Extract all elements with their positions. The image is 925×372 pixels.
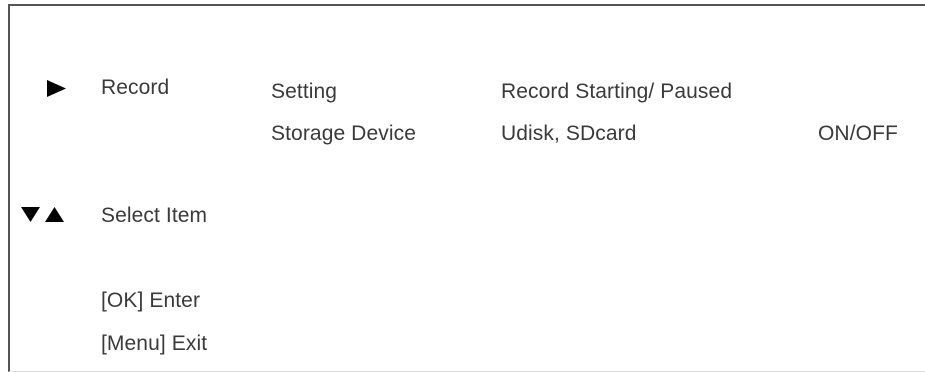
up-triangle-icon [45, 207, 64, 222]
setting-item-label[interactable]: Setting [271, 79, 337, 105]
osd-menu-panel [8, 4, 925, 372]
down-triangle-icon [21, 207, 40, 222]
storage-device-item-value: Udisk, SDcard [501, 122, 637, 145]
storage-device-state: ON/OFF [818, 122, 898, 145]
menu-exit-hint: [Menu] Exit [101, 332, 208, 355]
select-item-hint: Select Item [101, 204, 208, 227]
play-icon [47, 80, 66, 97]
ok-enter-hint: [OK] Enter [101, 289, 201, 312]
storage-device-item-label[interactable]: Storage Device [271, 121, 416, 147]
setting-item-value: Record Starting/ Paused [501, 80, 733, 103]
record-menu-item[interactable]: Record [101, 75, 169, 101]
